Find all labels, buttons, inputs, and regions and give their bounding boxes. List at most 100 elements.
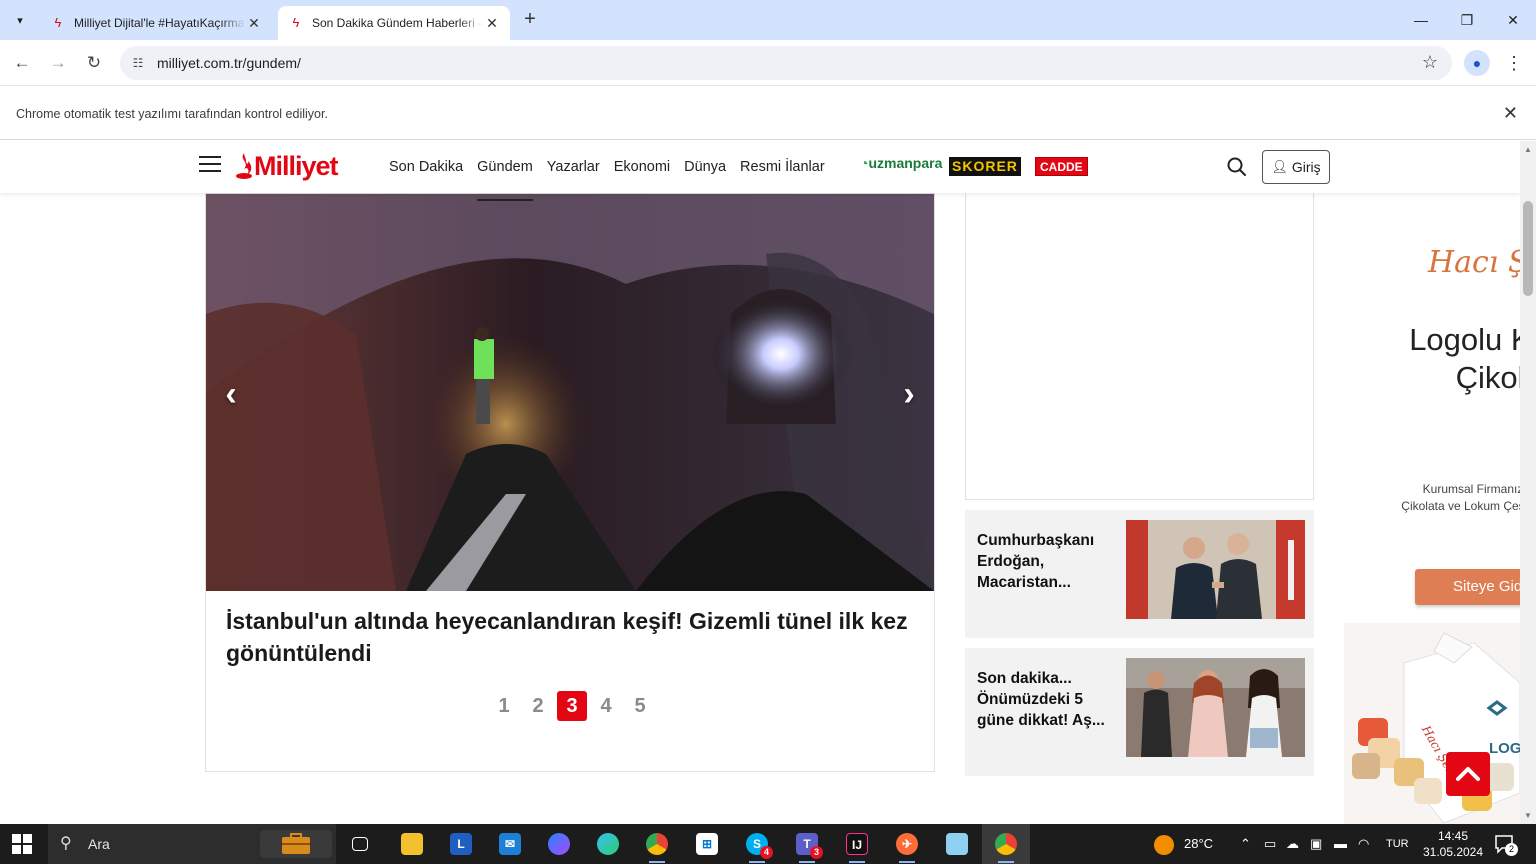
nav-resmi-ilanlar[interactable]: Resmi İlanlar xyxy=(740,141,825,193)
uzmanpara-logo[interactable]: ◔uzmanpara xyxy=(860,155,942,171)
address-bar[interactable]: ☷ milliyet.com.tr/gundem/ ☆ xyxy=(120,46,1452,80)
close-tab-icon[interactable]: ✕ xyxy=(246,15,262,32)
store-icon[interactable]: ⊞ xyxy=(683,824,731,864)
chrome-icon[interactable] xyxy=(633,824,681,864)
l-app-icon[interactable]: L xyxy=(437,824,485,864)
intellij-icon[interactable]: IJ xyxy=(833,824,881,864)
slider-next-icon[interactable]: › xyxy=(894,377,924,411)
side-news-thumbnail[interactable] xyxy=(1126,520,1305,619)
file-explorer-icon[interactable] xyxy=(388,824,436,864)
minimize-button[interactable]: — xyxy=(1398,0,1444,40)
erdogan-orban-photo xyxy=(1126,520,1305,619)
tray-meet-icon[interactable]: ▭ xyxy=(1264,824,1276,864)
tab-strip: ▾ ϟ Milliyet Dijital'le #HayatıKaçırma ✕… xyxy=(0,0,1536,40)
teams-icon[interactable]: T3 xyxy=(783,824,831,864)
page-2-button[interactable]: 2 xyxy=(521,691,555,721)
slider-image[interactable]: ‹ › xyxy=(206,194,934,591)
nav-son-dakika[interactable]: Son Dakika xyxy=(389,141,463,193)
close-tab-icon[interactable]: ✕ xyxy=(484,15,500,32)
side-news-title[interactable]: Cumhurbaşkanı Erdoğan, Macaristan... xyxy=(977,530,1117,593)
infobar-message: Chrome otomatik test yazılımı tarafından… xyxy=(16,107,328,121)
login-button[interactable]: 👤︎ Giriş xyxy=(1262,150,1330,184)
page-3-button[interactable]: 3 xyxy=(557,691,587,721)
clock-date: 31.05.2024 xyxy=(1422,845,1484,859)
scroll-down-icon[interactable]: ▼ xyxy=(1524,811,1532,820)
slider-pagination: 1 2 3 4 5 xyxy=(487,691,657,721)
tray-chevron-up-icon[interactable]: ⌃ xyxy=(1240,824,1251,864)
page-5-button[interactable]: 5 xyxy=(623,691,657,721)
profile-avatar-icon[interactable]: ● xyxy=(1464,50,1490,76)
wifi-icon[interactable]: ◠ xyxy=(1358,824,1369,864)
weather-icon[interactable] xyxy=(1154,824,1174,864)
page-scrollbar[interactable]: ▲ ▼ xyxy=(1520,141,1536,824)
tunnel-photo xyxy=(206,194,934,591)
nav-gundem[interactable]: Gündem xyxy=(477,141,533,201)
taskbar-search[interactable]: ⚲ Ara xyxy=(48,824,336,864)
headline-slider: ‹ › İstanbul'un altında heyecanlandıran … xyxy=(205,193,935,772)
new-tab-button[interactable]: + xyxy=(518,8,542,32)
ad-headline: Logolu Ku Çikolat xyxy=(1409,322,1520,395)
side-news-card[interactable]: Cumhurbaşkanı Erdoğan, Macaristan... xyxy=(965,510,1314,638)
copilot-icon[interactable] xyxy=(535,824,583,864)
tab-milliyet-dijital[interactable]: ϟ Milliyet Dijital'le #HayatıKaçırma ✕ xyxy=(40,6,272,40)
clock-time: 14:45 xyxy=(1437,829,1469,843)
page-4-button[interactable]: 4 xyxy=(589,691,623,721)
page-viewport: Milliyet Son Dakika Gündem Yazarlar Ekon… xyxy=(0,141,1520,824)
haci-sekir-ad[interactable]: Hacı Şe Logolu Ku Çikolat Kurumsal Firma… xyxy=(1344,193,1520,824)
nav-ekonomi[interactable]: Ekonomi xyxy=(614,141,670,193)
page-1-button[interactable]: 1 xyxy=(487,691,521,721)
cadde-logo[interactable]: CADDE xyxy=(1035,157,1088,176)
automation-infobar: Chrome otomatik test yazılımı tarafından… xyxy=(0,87,1536,140)
milliyet-favicon-icon: ϟ xyxy=(292,15,300,30)
notifications-icon[interactable]: 2 xyxy=(1494,834,1518,856)
notepad-icon[interactable] xyxy=(933,824,981,864)
scrollbar-thumb[interactable] xyxy=(1523,201,1533,296)
ad-visit-button[interactable]: Siteye Gid xyxy=(1415,569,1520,605)
forward-button[interactable]: → xyxy=(44,49,72,77)
postman-icon[interactable]: ✈ xyxy=(883,824,931,864)
windows-taskbar: ⚲ Ara L ✉ ⊞ S4 T3 IJ ✈ 28°C ⌃ ▭ ☁ ▣ ▬ ◠ … xyxy=(0,824,1536,864)
reload-button[interactable]: ↻ xyxy=(80,49,108,77)
milliyet-favicon-icon: ϟ xyxy=(54,15,62,30)
tab-gundem[interactable]: ϟ Son Dakika Gündem Haberleri - Milliyet… xyxy=(278,6,510,40)
tray-display-icon[interactable]: ▣ xyxy=(1310,824,1322,864)
close-window-button[interactable]: ✕ xyxy=(1490,0,1536,40)
nav-dunya[interactable]: Dünya xyxy=(684,141,726,193)
battery-icon[interactable]: ▬ xyxy=(1334,824,1347,864)
chevron-up-icon xyxy=(1456,767,1480,781)
slider-prev-icon[interactable]: ‹ xyxy=(216,377,246,411)
clock[interactable]: 14:45 31.05.2024 xyxy=(1420,828,1486,860)
skorer-logo[interactable]: SKORER xyxy=(949,157,1021,176)
windows-start-icon[interactable] xyxy=(12,834,32,854)
nav-yazarlar[interactable]: Yazarlar xyxy=(547,141,600,193)
search-icon[interactable] xyxy=(1226,156,1248,178)
mail-icon[interactable]: ✉ xyxy=(486,824,534,864)
bookmark-star-icon[interactable]: ☆ xyxy=(1422,52,1438,73)
site-settings-icon[interactable]: ☷ xyxy=(128,53,148,73)
tab-title: Son Dakika Gündem Haberleri - Milliyet xyxy=(312,16,484,30)
task-view-icon[interactable] xyxy=(336,824,384,864)
side-news-card[interactable]: Son dakika... Önümüzdeki 5 güne dikkat! … xyxy=(965,648,1314,776)
site-header: Milliyet Son Dakika Gündem Yazarlar Ekon… xyxy=(0,141,1520,201)
edge-icon[interactable] xyxy=(584,824,632,864)
chrome-active-icon[interactable] xyxy=(982,824,1030,864)
scroll-to-top-button[interactable] xyxy=(1446,752,1490,796)
tab-search-chevron-icon[interactable]: ▾ xyxy=(8,8,32,32)
lokum-box-image: Hacı Şekir LOG xyxy=(1344,623,1520,824)
infobar-close-icon[interactable]: ✕ xyxy=(1503,103,1518,124)
user-icon: 👤︎ xyxy=(1271,159,1288,174)
url-text[interactable]: milliyet.com.tr/gundem/ xyxy=(157,55,301,71)
restore-button[interactable]: ❐ xyxy=(1444,0,1490,40)
menu-hamburger-icon[interactable] xyxy=(199,156,221,174)
scroll-up-icon[interactable]: ▲ xyxy=(1524,145,1532,154)
language-indicator[interactable]: TUR xyxy=(1386,824,1409,864)
back-button[interactable]: ← xyxy=(8,49,36,77)
slide-headline[interactable]: İstanbul'un altında heyecanlandıran keşi… xyxy=(226,605,916,669)
onedrive-icon[interactable]: ☁ xyxy=(1286,824,1299,864)
side-news-thumbnail[interactable] xyxy=(1126,658,1305,757)
side-news-title[interactable]: Son dakika... Önümüzdeki 5 güne dikkat! … xyxy=(977,668,1117,731)
chrome-menu-icon[interactable]: ⋮ xyxy=(1504,50,1524,76)
weather-temp[interactable]: 28°C xyxy=(1184,824,1213,864)
milliyet-logo[interactable]: Milliyet xyxy=(235,149,339,183)
skype-icon[interactable]: S4 xyxy=(733,824,781,864)
